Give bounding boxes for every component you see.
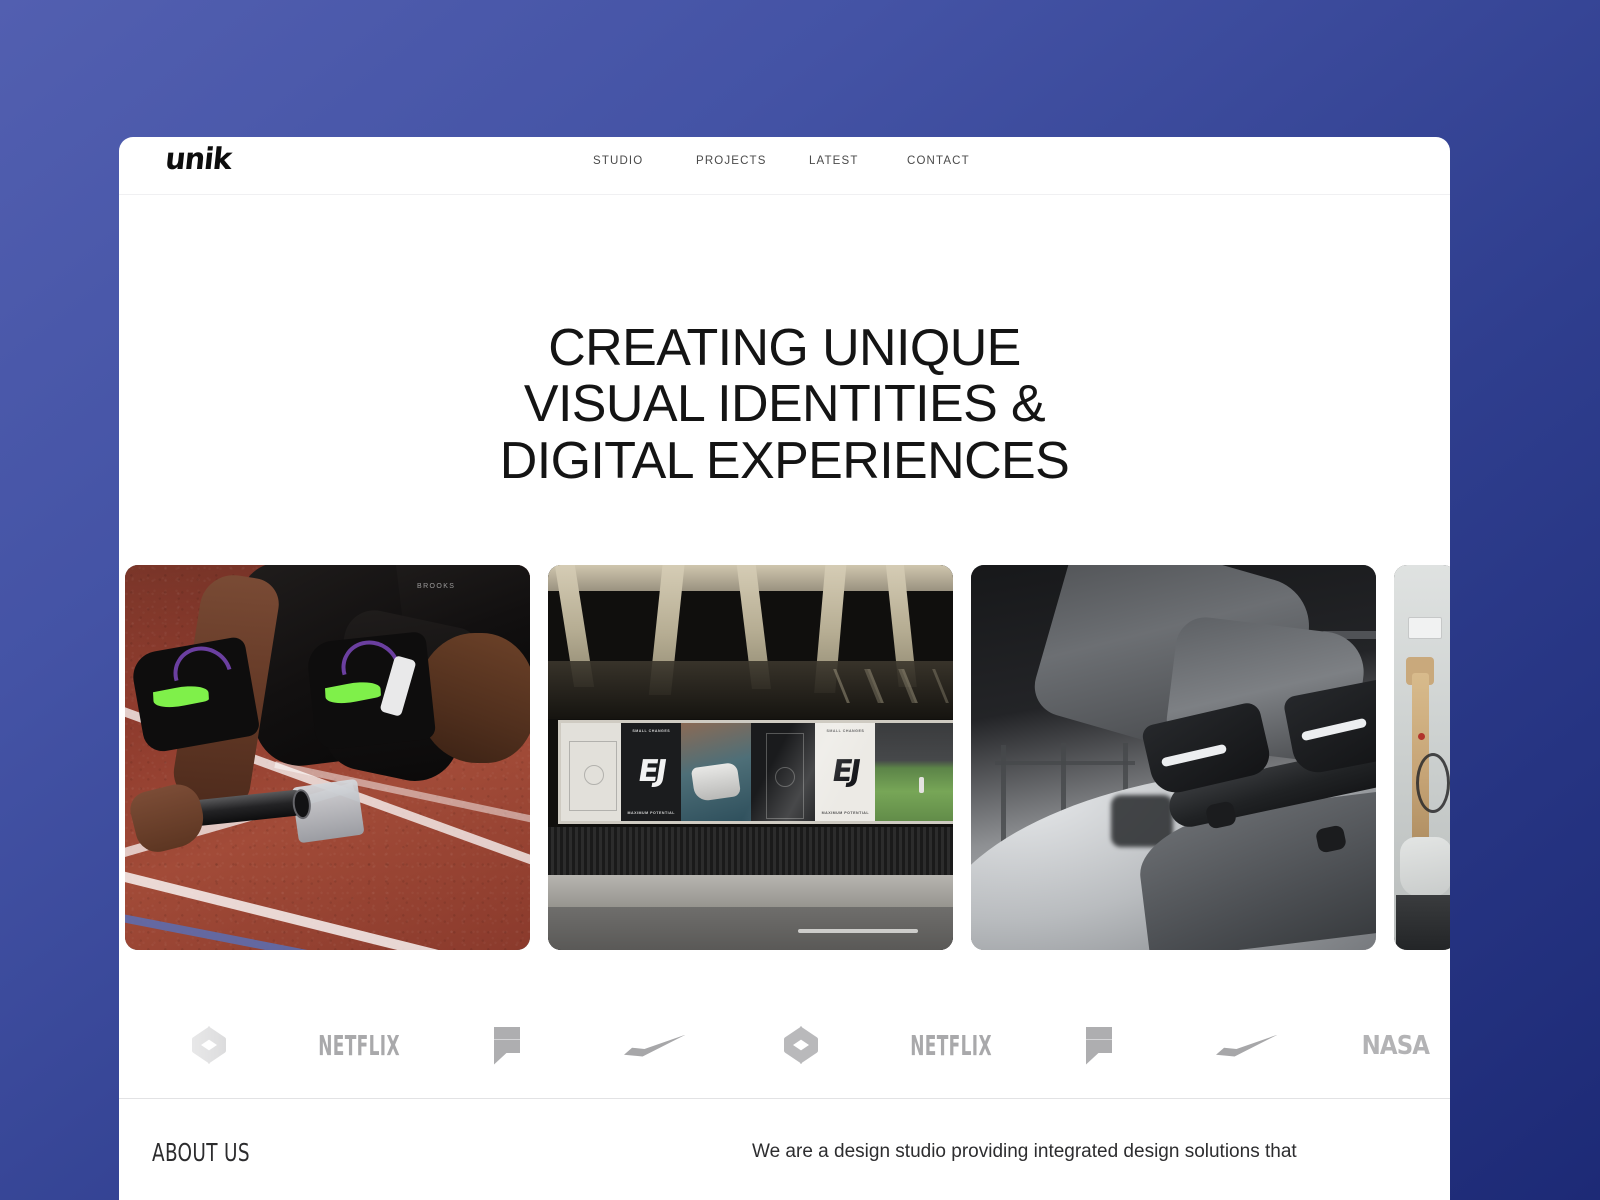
site-header: unik STUDIO PROJECTS LATEST CONTACT (119, 137, 1450, 195)
nav-item-latest[interactable]: LATEST (809, 155, 907, 167)
client-logo-nike-2 (1173, 1022, 1321, 1070)
billboard-panel-dark: SMALL CHANGES EJ MAXIMUM POTENTIAL (621, 723, 682, 821)
client-logo-nike (581, 1022, 729, 1070)
skateboarder-ramp-image (971, 565, 1376, 950)
billboard-caption-top: SMALL CHANGES (632, 729, 671, 733)
client-logo-framer (433, 1022, 581, 1070)
client-logo-netflix: NETFLIX (285, 1022, 433, 1070)
nike-swoosh-icon (624, 1033, 686, 1059)
nav-item-contact[interactable]: CONTACT (907, 155, 987, 167)
about-heading: ABOUT US (152, 1138, 250, 1167)
nike-swoosh-icon-2 (1216, 1033, 1278, 1059)
client-logo-nasa: NASA (1321, 1022, 1450, 1070)
billboard-panel: SMALL CHANGES EJ MAXIMUM POTENTIAL SMALL… (558, 720, 953, 824)
client-logo-framer-2 (1025, 1022, 1173, 1070)
client-logo-strip: NETFLIX NETFLIX NASA (119, 993, 1450, 1098)
sprinter-track-image: BROOKS (125, 565, 530, 950)
billboard-panel-court (751, 723, 816, 821)
nav-item-studio[interactable]: STUDIO (593, 155, 696, 167)
about-description: We are a design studio providing integra… (752, 1141, 1297, 1162)
billboard-caption-bottom-2: MAXIMUM POTENTIAL (821, 811, 870, 815)
client-logo-dropbox (137, 1022, 285, 1070)
sprinter-apparel-brand-tag: BROOKS (417, 583, 456, 590)
gallery-card-sprinter-track[interactable]: BROOKS (125, 565, 530, 950)
billboard-caption-bottom: MAXIMUM POTENTIAL (627, 811, 675, 815)
gallery-card-billboard-campaign[interactable]: SMALL CHANGES EJ MAXIMUM POTENTIAL SMALL… (548, 565, 953, 950)
billboard-logo-mark-2: EJ (829, 754, 862, 789)
billboard-panel-shoe-photo (681, 723, 752, 821)
page-title: CREATING UNIQUE VISUAL IDENTITIES & DIGI… (499, 319, 1070, 490)
billboard-logo-mark: EJ (635, 754, 667, 789)
framer-icon-2 (1086, 1026, 1112, 1065)
brand-logo[interactable]: unik (164, 142, 233, 177)
billboard-panel-light: SMALL CHANGES EJ MAXIMUM POTENTIAL (815, 723, 876, 821)
billboard-panel-pitch (561, 723, 622, 821)
client-logo-dropbox-2 (729, 1022, 877, 1070)
framer-icon (494, 1026, 520, 1065)
hero-section: CREATING UNIQUE VISUAL IDENTITIES & DIGI… (119, 195, 1450, 549)
client-logo-netflix-2: NETFLIX (877, 1022, 1025, 1070)
netflix-wordmark-icon-2: NETFLIX (910, 1029, 992, 1062)
site-panel: unik STUDIO PROJECTS LATEST CONTACT CREA… (119, 137, 1450, 1200)
about-section: ABOUT US We are a design studio providin… (119, 1098, 1450, 1167)
billboard-caption-top-2: SMALL CHANGES (826, 729, 865, 733)
gallery-card-skateboarder-ramp[interactable] (971, 565, 1376, 950)
guitar-studio-image (1394, 565, 1450, 950)
main-nav: STUDIO PROJECTS LATEST CONTACT (593, 155, 987, 167)
netflix-wordmark-icon: NETFLIX (318, 1029, 400, 1062)
gallery-card-guitar-studio[interactable] (1394, 565, 1450, 950)
dropbox-icon (192, 1025, 230, 1064)
billboard-campaign-image: SMALL CHANGES EJ MAXIMUM POTENTIAL SMALL… (548, 565, 953, 950)
billboard-panel-field-photo (875, 723, 953, 821)
nav-item-projects[interactable]: PROJECTS (696, 155, 809, 167)
dropbox-icon-2 (784, 1025, 822, 1064)
nasa-wordmark-icon: NASA (1361, 1030, 1429, 1061)
project-gallery: BROOKS SMALL CHANGES EJ MAXIMUM POTENTIA… (119, 565, 1450, 950)
